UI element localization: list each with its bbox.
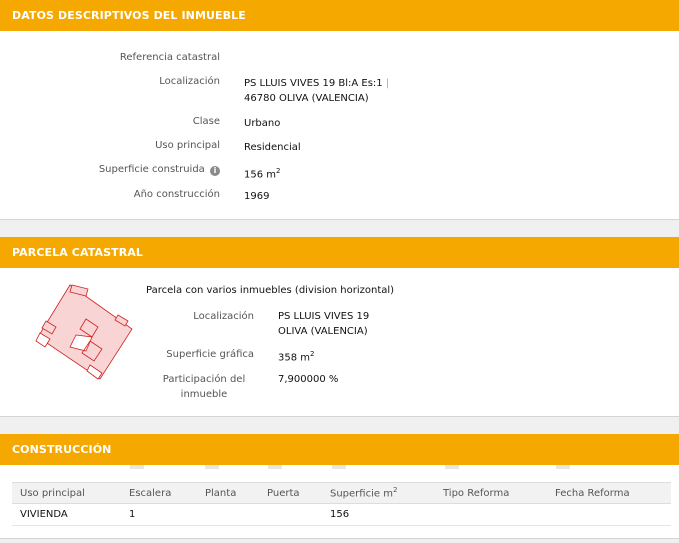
parcela-participacion-label-2: inmueble bbox=[180, 389, 228, 400]
parcela-superficie-value-wrap: 358 m2 bbox=[278, 347, 314, 365]
superficie-unit: 2 bbox=[276, 167, 281, 175]
parcela-localizacion-line2: OLIVA (VALENCIA) bbox=[278, 326, 368, 337]
parcela-participacion-label: Participación del inmueble bbox=[154, 372, 254, 402]
anio-label: Año construcción bbox=[133, 189, 220, 200]
tick-mark bbox=[556, 465, 570, 469]
cell-planta bbox=[197, 503, 259, 526]
superficie-label-wrap: Superficie construida i bbox=[99, 164, 220, 176]
construccion-header: CONSTRUCCIÓN bbox=[0, 434, 679, 465]
col-superficie: Superficie m2 bbox=[322, 482, 435, 504]
parcela-participacion-value: 7,900000 % bbox=[278, 374, 339, 385]
localizacion-label: Localización bbox=[159, 76, 220, 87]
construccion-table: Uso principal Escalera Planta Puerta Sup… bbox=[12, 482, 671, 526]
localizacion-line1: PS LLUIS VIVES 19 Bl:A Es:1 bbox=[244, 78, 383, 89]
tick-mark bbox=[268, 465, 282, 469]
parcela-header: PARCELA CATASTRAL bbox=[0, 237, 679, 268]
col-superficie-unit: 2 bbox=[392, 486, 398, 495]
col-planta: Planta bbox=[197, 482, 259, 504]
parcel-map[interactable] bbox=[32, 279, 142, 389]
parcela-superficie-value: 358 m bbox=[278, 352, 311, 364]
parcela-panel: PARCELA CATASTRAL Parcela con varios inm… bbox=[0, 237, 679, 417]
datos-descriptivos-panel: DATOS DESCRIPTIVOS DEL INMUEBLE Referenc… bbox=[0, 0, 679, 220]
parcel-shape bbox=[35, 284, 133, 380]
cell-superficie: 156 bbox=[322, 503, 435, 526]
col-fecha-reforma: Fecha Reforma bbox=[547, 482, 671, 504]
table-header-row: Uso principal Escalera Planta Puerta Sup… bbox=[12, 482, 671, 504]
col-superficie-label: Superficie m bbox=[330, 488, 393, 500]
localizacion-line2: 46780 OLIVA (VALENCIA) bbox=[244, 93, 369, 104]
tick-mark bbox=[130, 465, 144, 469]
parcela-localizacion-value: PS LLUIS VIVES 19 OLIVA (VALENCIA) bbox=[278, 309, 369, 339]
parcela-participacion-label-1: Participación del bbox=[162, 374, 246, 385]
parcela-title: Parcela con varios inmuebles (division h… bbox=[146, 285, 395, 296]
referencia-label: Referencia catastral bbox=[119, 52, 220, 63]
col-puerta: Puerta bbox=[259, 482, 322, 504]
tick-mark bbox=[332, 465, 346, 469]
superficie-value-wrap: 156 m2 bbox=[244, 164, 280, 182]
parcela-superficie-label: Superficie gráfica bbox=[166, 349, 254, 360]
col-uso-principal: Uso principal bbox=[12, 482, 121, 504]
text-cursor: | bbox=[385, 78, 390, 89]
cell-puerta bbox=[259, 503, 322, 526]
uso-value: Residencial bbox=[244, 142, 301, 153]
col-escalera: Escalera bbox=[121, 482, 197, 504]
info-icon[interactable]: i bbox=[210, 166, 220, 176]
construccion-panel: CONSTRUCCIÓN Uso principal Escalera Plan… bbox=[0, 434, 679, 539]
tick-mark bbox=[445, 465, 459, 469]
col-tipo-reforma: Tipo Reforma bbox=[435, 482, 547, 504]
uso-label: Uso principal bbox=[155, 140, 220, 151]
parcela-localizacion-label: Localización bbox=[193, 311, 254, 322]
tick-mark bbox=[205, 465, 219, 469]
cell-fecha-reforma bbox=[547, 503, 671, 526]
clase-label: Clase bbox=[192, 116, 220, 127]
parcela-localizacion-line1: PS LLUIS VIVES 19 bbox=[278, 311, 370, 322]
datos-descriptivos-header: DATOS DESCRIPTIVOS DEL INMUEBLE bbox=[0, 0, 679, 31]
parcela-superficie-unit: 2 bbox=[310, 350, 315, 358]
header-tick-marks bbox=[130, 465, 570, 469]
superficie-label: Superficie construida bbox=[98, 164, 205, 175]
cell-tipo-reforma bbox=[435, 503, 547, 526]
clase-value: Urbano bbox=[244, 118, 281, 129]
cell-escalera: 1 bbox=[121, 503, 197, 526]
cell-uso: VIVIENDA bbox=[12, 503, 121, 526]
anio-value: 1969 bbox=[244, 191, 270, 202]
table-row: VIVIENDA 1 156 bbox=[12, 503, 671, 526]
localizacion-value: PS LLUIS VIVES 19 Bl:A Es:1 | 46780 OLIV… bbox=[244, 76, 389, 106]
superficie-value: 156 m bbox=[244, 169, 277, 181]
